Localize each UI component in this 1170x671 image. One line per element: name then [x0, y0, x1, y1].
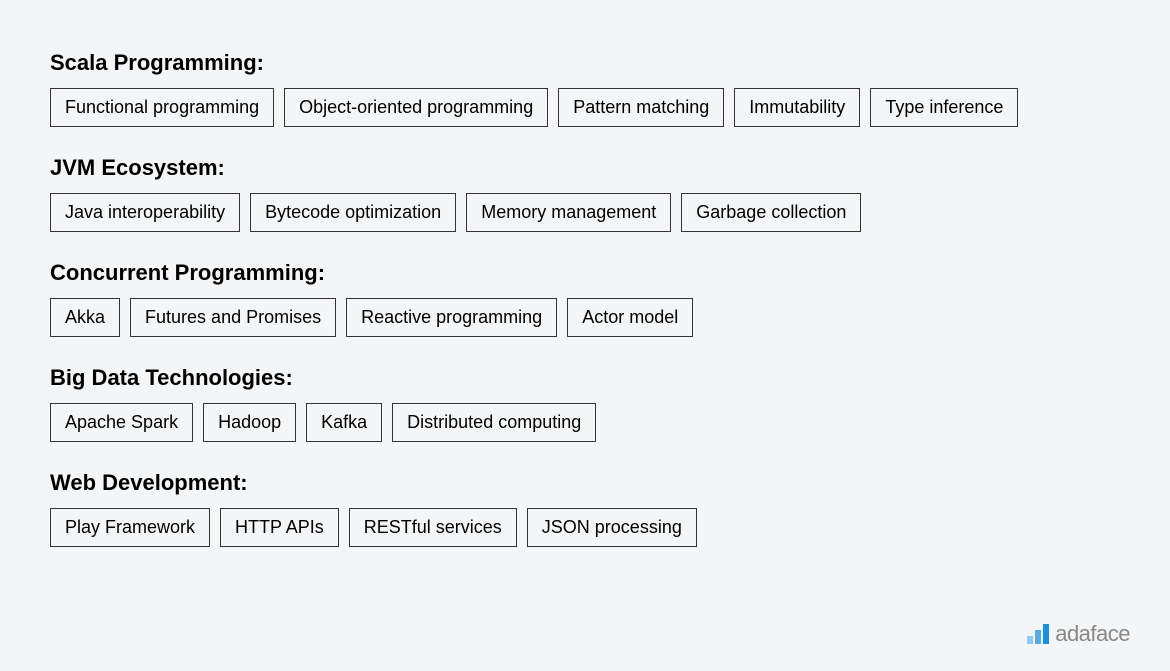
- brand-name: adaface: [1055, 621, 1130, 647]
- skill-tag: Type inference: [870, 88, 1018, 127]
- brand-bar-1: [1027, 636, 1033, 644]
- skill-tag: RESTful services: [349, 508, 517, 547]
- tags-row: Apache Spark Hadoop Kafka Distributed compu…: [50, 403, 1120, 442]
- skill-tag: Distributed computing: [392, 403, 596, 442]
- skill-tag: Apache Spark: [50, 403, 193, 442]
- skill-tag: Reactive programming: [346, 298, 557, 337]
- skill-tag: HTTP APIs: [220, 508, 339, 547]
- skill-tag: Pattern matching: [558, 88, 724, 127]
- tags-row: Functional programming Object-oriented pr…: [50, 88, 1120, 127]
- skill-tag: Actor model: [567, 298, 693, 337]
- tags-row: Play Framework HTTP APIs RESTful services J…: [50, 508, 1120, 547]
- category: Web Development: Play Framework HTTP APIs R…: [50, 470, 1120, 547]
- category-title: Web Development:: [50, 470, 1120, 496]
- category: Concurrent Programming: Akka Futures and P…: [50, 260, 1120, 337]
- skill-tag: Garbage collection: [681, 193, 861, 232]
- brand-logo: adaface: [1027, 621, 1130, 647]
- brand-bar-2: [1035, 630, 1041, 644]
- skill-tag: Play Framework: [50, 508, 210, 547]
- brand-bar-3: [1043, 624, 1049, 644]
- category-title: Scala Programming:: [50, 50, 1120, 76]
- skill-tag: JSON processing: [527, 508, 697, 547]
- skill-tag: Hadoop: [203, 403, 296, 442]
- skill-tag: Functional programming: [50, 88, 274, 127]
- skill-tag: Kafka: [306, 403, 382, 442]
- skill-tag: Akka: [50, 298, 120, 337]
- category: JVM Ecosystem: Java interoperability Bytec…: [50, 155, 1120, 232]
- skill-tag: Object-oriented programming: [284, 88, 548, 127]
- category: Big Data Technologies: Apache Spark Hadoop…: [50, 365, 1120, 442]
- category-title: Big Data Technologies:: [50, 365, 1120, 391]
- brand-bars-icon: [1027, 624, 1049, 644]
- skill-tag: Memory management: [466, 193, 671, 232]
- skill-tag: Java interoperability: [50, 193, 240, 232]
- category-title: JVM Ecosystem:: [50, 155, 1120, 181]
- category-title: Concurrent Programming:: [50, 260, 1120, 286]
- category: Scala Programming: Functional programming…: [50, 50, 1120, 127]
- skill-tag: Futures and Promises: [130, 298, 336, 337]
- skill-tag: Bytecode optimization: [250, 193, 456, 232]
- categories-container: Scala Programming: Functional programming…: [50, 50, 1120, 547]
- skill-tag: Immutability: [734, 88, 860, 127]
- tags-row: Java interoperability Bytecode optimizati…: [50, 193, 1120, 232]
- tags-row: Akka Futures and Promises Reactive program…: [50, 298, 1120, 337]
